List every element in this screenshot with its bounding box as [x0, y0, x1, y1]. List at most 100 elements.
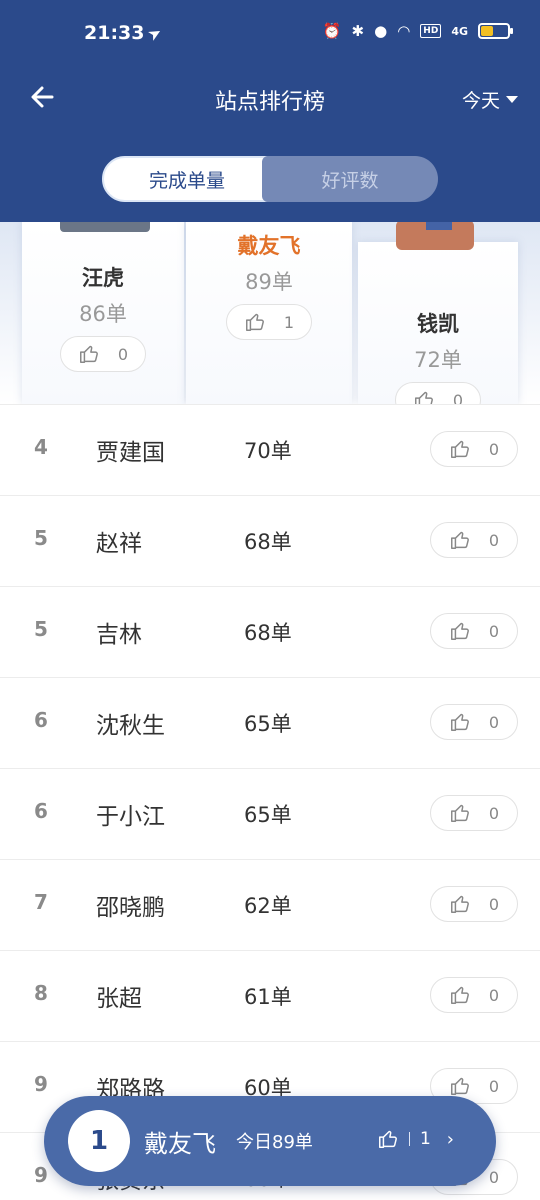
- list-item: 7 邵晓鹏 62单 0: [0, 859, 540, 950]
- courier-name: 于小江: [96, 804, 165, 830]
- podium-first: 戴友飞 89单 1: [186, 222, 352, 404]
- ranking-list: 4 贾建国 70单 0 5 赵祥 68单 0 5 吉林 68单 0 6 沈秋生 …: [0, 404, 540, 1200]
- thumbs-up-icon: [450, 804, 469, 822]
- thumbs-up-icon: [450, 440, 469, 458]
- list-item: 6 沈秋生 65单 0: [0, 677, 540, 768]
- like-count: 0: [488, 712, 500, 732]
- like-count: 0: [488, 803, 500, 823]
- rank-number: 8: [34, 981, 48, 1005]
- like-button[interactable]: 0: [430, 431, 518, 467]
- like-count: 0: [488, 530, 500, 550]
- rank-number: 4: [34, 435, 48, 459]
- list-item: 6 于小江 65单 0: [0, 768, 540, 859]
- thumbs-up-icon: [450, 622, 469, 640]
- like-count: 0: [488, 439, 500, 459]
- podium-name: 钱凯: [417, 312, 459, 336]
- rank-number: 7: [34, 890, 48, 914]
- thumbs-up-icon: [245, 313, 264, 331]
- navigation-arrow-icon: ➤: [144, 21, 166, 46]
- my-rank-bar[interactable]: 1 戴友飞 今日89单 1 ›: [44, 1096, 496, 1186]
- period-label: 今天: [461, 90, 500, 112]
- like-button[interactable]: 0: [430, 795, 518, 831]
- signal-icon: 4G: [451, 24, 468, 38]
- order-count: 62单: [244, 894, 292, 918]
- like-count: 0: [488, 1076, 500, 1096]
- my-name: 戴友飞: [144, 1130, 216, 1158]
- tab-reviews[interactable]: 好评数: [262, 156, 438, 202]
- thumbs-up-icon: [414, 391, 433, 404]
- order-count: 70单: [244, 439, 292, 463]
- order-count: 61单: [244, 985, 292, 1009]
- ranking-tabs: 完成单量 好评数: [102, 156, 438, 202]
- order-count: 65单: [244, 712, 292, 736]
- thumbs-up-icon: [450, 531, 469, 549]
- podium-count: 72单: [414, 348, 462, 372]
- like-count: 0: [452, 390, 464, 405]
- like-button[interactable]: 0: [430, 704, 518, 740]
- podium: 汪虎 86单 0 戴友飞 89单 1 钱凯 72单 0: [0, 222, 540, 404]
- like-count: 0: [488, 1167, 500, 1187]
- status-time: 21:33: [84, 22, 145, 44]
- my-like-summary[interactable]: 1 ›: [377, 1128, 454, 1150]
- courier-name: 贾建国: [96, 440, 165, 466]
- thumbs-up-icon: [378, 1130, 397, 1148]
- wifi-icon: ◠: [397, 22, 411, 40]
- rank-number: 5: [34, 617, 48, 641]
- chevron-right-icon: ›: [446, 1128, 454, 1150]
- list-item: 8 张超 61单 0: [0, 950, 540, 1041]
- like-button[interactable]: 0: [430, 886, 518, 922]
- avatar: [396, 222, 474, 250]
- status-icons: ⏰ ✱ ● ◠ HD 4G: [322, 22, 513, 40]
- courier-name: 邵晓鹏: [96, 895, 165, 921]
- like-count: 0: [488, 621, 500, 641]
- order-count: 68单: [244, 621, 292, 645]
- like-button[interactable]: 0: [395, 382, 481, 404]
- like-count: 0: [117, 344, 129, 364]
- courier-name: 赵祥: [96, 531, 142, 557]
- order-count: 65单: [244, 803, 292, 827]
- thumbs-up-icon: [79, 345, 98, 363]
- like-button[interactable]: 0: [430, 613, 518, 649]
- location-icon: ●: [374, 22, 388, 40]
- thumbs-up-icon: [450, 895, 469, 913]
- battery-icon: [478, 23, 513, 39]
- podium-count: 89单: [245, 270, 293, 294]
- list-item: 5 吉林 68单 0: [0, 586, 540, 677]
- like-count: 0: [488, 894, 500, 914]
- my-rank-badge: 1: [68, 1110, 130, 1172]
- like-count: 1: [283, 312, 295, 332]
- like-button[interactable]: 0: [430, 522, 518, 558]
- app-header: 21:33 ➤ ⏰ ✱ ● ◠ HD 4G 站点排行榜 今天 完成单量 好评数: [0, 0, 540, 222]
- rank-number: 5: [34, 526, 48, 550]
- like-button[interactable]: 0: [430, 977, 518, 1013]
- thumbs-up-icon: [450, 713, 469, 731]
- podium-second: 汪虎 86单 0: [22, 222, 184, 404]
- like-count: 0: [488, 985, 500, 1005]
- podium-third: 钱凯 72单 0: [358, 222, 518, 404]
- thumbs-up-icon: [450, 1077, 469, 1095]
- courier-name: 张超: [96, 986, 142, 1012]
- list-item: 4 贾建国 70单 0: [0, 404, 540, 495]
- my-like-count: 1: [419, 1129, 431, 1149]
- like-button[interactable]: 1: [226, 304, 312, 340]
- divider: [408, 1132, 410, 1146]
- order-count: 68单: [244, 530, 292, 554]
- courier-name: 沈秋生: [96, 713, 165, 739]
- avatar: [60, 222, 150, 232]
- my-today-count: 今日89单: [236, 1132, 313, 1153]
- thumbs-up-icon: [450, 986, 469, 1004]
- rank-number: 6: [34, 708, 48, 732]
- hd-badge: HD: [420, 24, 442, 38]
- rank-number: 9: [34, 1072, 48, 1096]
- status-bar: 21:33 ➤ ⏰ ✱ ● ◠ HD 4G: [0, 0, 540, 68]
- tab-orders[interactable]: 完成单量: [102, 156, 272, 202]
- courier-name: 吉林: [96, 622, 142, 648]
- podium-count: 86单: [79, 302, 127, 326]
- bluetooth-icon: ✱: [351, 22, 365, 40]
- alarm-icon: ⏰: [322, 22, 342, 40]
- list-item: 5 赵祥 68单 0: [0, 495, 540, 586]
- like-button[interactable]: 0: [60, 336, 146, 372]
- podium-name: 戴友飞: [237, 234, 301, 258]
- rank-number: 6: [34, 799, 48, 823]
- period-dropdown[interactable]: 今天: [462, 86, 518, 113]
